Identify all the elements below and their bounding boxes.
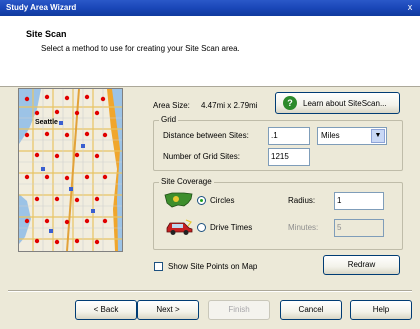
chevron-down-icon[interactable]: ▼ xyxy=(371,129,385,143)
cancel-button[interactable]: Cancel xyxy=(280,300,342,320)
learn-about-sitescan-button[interactable]: ? Learn about SiteScan... xyxy=(275,92,400,114)
minutes-label: Minutes: xyxy=(288,223,319,232)
page-title: Site Scan xyxy=(26,29,67,39)
help-button[interactable]: Help xyxy=(350,300,412,320)
redraw-button[interactable]: Redraw xyxy=(323,255,400,275)
radius-input[interactable]: 1 xyxy=(334,192,384,210)
units-value: Miles xyxy=(321,131,340,140)
distance-input[interactable]: .1 xyxy=(268,127,310,145)
back-button[interactable]: < Back xyxy=(75,300,137,320)
site-coverage-title: Site Coverage xyxy=(159,177,214,186)
circles-radio[interactable] xyxy=(197,196,206,205)
show-site-points-checkbox[interactable] xyxy=(154,262,163,271)
grid-sites-input[interactable]: 1215 xyxy=(268,148,310,166)
finish-button[interactable]: Finish xyxy=(208,300,270,320)
radius-label: Radius: xyxy=(288,196,316,205)
drive-times-radio[interactable] xyxy=(197,223,206,232)
learn-button-label: Learn about SiteScan... xyxy=(303,99,387,108)
grid-group-title: Grid xyxy=(159,115,179,124)
minutes-input[interactable]: 5 xyxy=(334,219,384,237)
help-icon: ? xyxy=(283,96,297,110)
show-site-points-label: Show Site Points on Map xyxy=(168,262,258,271)
distance-label: Distance between Sites: xyxy=(163,131,249,140)
grid-sites-label: Number of Grid Sites: xyxy=(163,152,240,161)
drive-times-label: Drive Times xyxy=(210,223,253,232)
area-size-label: Area Size: xyxy=(153,101,190,110)
map-preview: Seattle xyxy=(18,88,123,252)
map-image xyxy=(19,89,122,251)
us-map-icon xyxy=(164,191,194,209)
units-select[interactable]: Miles ▼ xyxy=(317,127,387,145)
circles-label: Circles xyxy=(210,196,235,205)
footer-separator xyxy=(8,290,412,292)
next-button[interactable]: Next > xyxy=(137,300,199,320)
page-subtitle: Select a method to use for creating your… xyxy=(41,44,240,53)
close-icon[interactable]: x xyxy=(403,1,417,14)
map-city-label: Seattle xyxy=(35,119,58,126)
window-title: Study Area Wizard xyxy=(6,3,77,12)
area-size-value: 4.47mi x 2.79mi xyxy=(201,101,258,110)
car-icon xyxy=(164,218,194,236)
